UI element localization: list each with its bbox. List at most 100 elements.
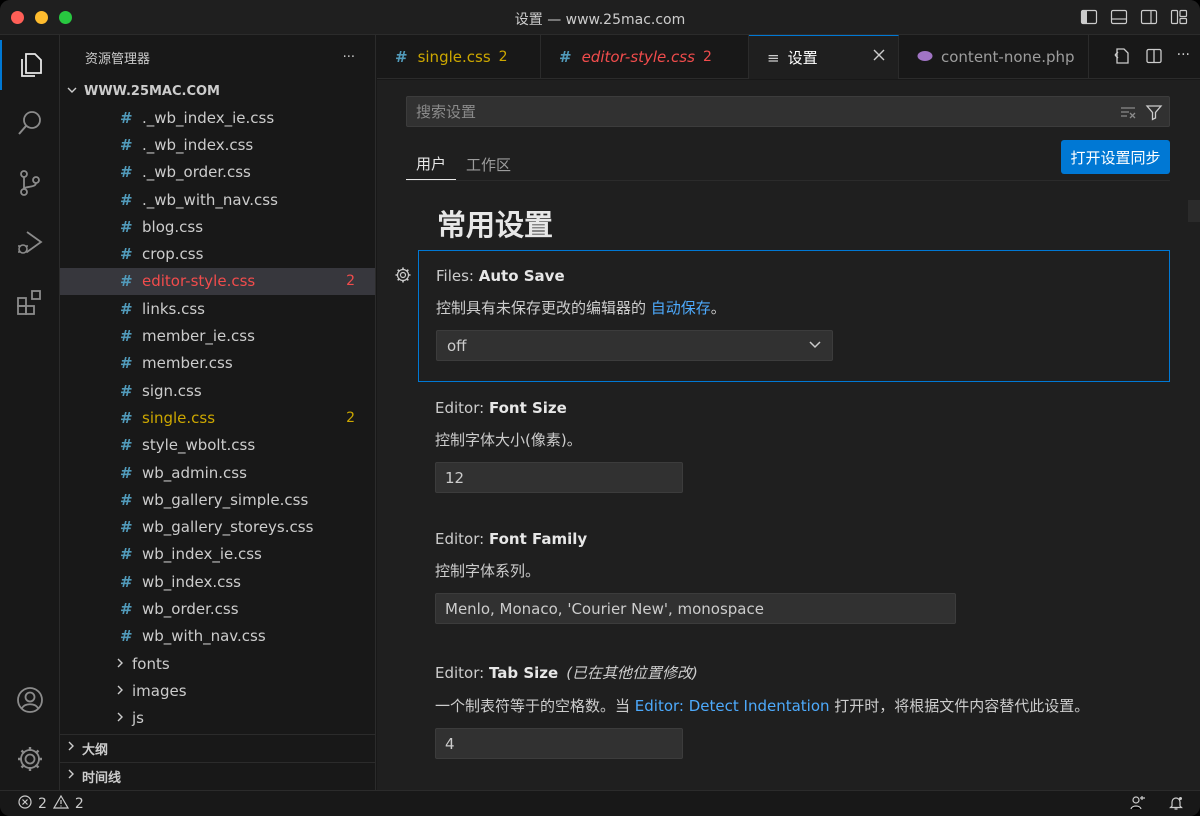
tab-content-none-php[interactable]: content-none.php	[899, 35, 1089, 79]
setting-name: Font Size	[488, 399, 567, 417]
detect-indentation-link[interactable]: Editor: Detect Indentation	[635, 697, 830, 715]
split-editor-icon[interactable]	[1145, 47, 1163, 69]
section-title: 常用设置	[437, 208, 554, 242]
chevron-right-icon	[115, 709, 125, 727]
file-item[interactable]: # member.css	[60, 350, 375, 377]
toggle-primary-sidebar-icon[interactable]	[1080, 8, 1098, 26]
file-name: wb_gallery_storeys.css	[142, 518, 314, 537]
outline-section[interactable]: 大纲	[60, 734, 376, 761]
setting-gear-icon[interactable]	[394, 266, 412, 288]
workspace-folder[interactable]: WWW.25MAC.COM	[60, 79, 375, 104]
file-item[interactable]: # member_ie.css	[60, 322, 375, 349]
file-item[interactable]: # wb_index_ie.css	[60, 541, 375, 568]
folder-name: images	[132, 681, 187, 700]
file-item[interactable]: # crop.css	[60, 240, 375, 267]
close-tab-icon[interactable]	[872, 48, 886, 66]
source-control-icon[interactable]	[0, 158, 60, 208]
setting-name: Font Family	[488, 530, 588, 548]
setting-category: Editor:	[435, 664, 489, 682]
setting-title: Files: Auto Save	[436, 267, 1169, 285]
file-item[interactable]: # links.css	[60, 295, 375, 322]
open-settings-sync-button[interactable]: 打开设置同步	[1061, 140, 1170, 174]
timeline-section[interactable]: 时间线	[60, 762, 376, 789]
file-item[interactable]: # ._wb_index.css	[60, 131, 375, 158]
open-settings-json-icon[interactable]	[1113, 47, 1131, 69]
css-file-icon: #	[120, 190, 133, 209]
file-name: crop.css	[142, 245, 204, 264]
toggle-panel-icon[interactable]	[1110, 8, 1128, 26]
setting-category: Editor:	[435, 399, 489, 417]
css-file-icon: #	[120, 245, 133, 264]
title-bar: 设置 — www.25mac.com	[0, 0, 1200, 35]
status-bar: 2 2	[0, 790, 1200, 816]
file-name: wb_order.css	[142, 599, 239, 618]
search-icon[interactable]	[0, 98, 60, 148]
file-name: ._wb_order.css	[142, 163, 251, 182]
notifications-bell-icon[interactable]	[1168, 795, 1184, 815]
file-item[interactable]: # ._wb_index_ie.css	[60, 104, 375, 131]
file-item[interactable]: # style_wbolt.css	[60, 432, 375, 459]
workspace-folder-label: WWW.25MAC.COM	[84, 84, 220, 99]
file-item[interactable]: # wb_with_nav.css	[60, 623, 375, 650]
file-item[interactable]: # ._wb_order.css	[60, 159, 375, 186]
tab-settings[interactable]: ≡ 设置	[749, 35, 899, 79]
font-family-input[interactable]: Menlo, Monaco, 'Courier New', monospace	[435, 593, 956, 624]
activity-bar	[0, 35, 60, 790]
manage-gear-icon[interactable]	[0, 734, 60, 784]
file-item[interactable]: # single.css 2	[60, 404, 375, 431]
scrollbar-slider[interactable]	[1188, 200, 1200, 222]
tab-label: single.css	[417, 48, 491, 66]
explorer-icon[interactable]	[0, 40, 60, 90]
tab-actions: ···	[1113, 47, 1190, 69]
filter-icon[interactable]	[1145, 103, 1163, 125]
more-actions-icon[interactable]: ···	[343, 50, 355, 65]
auto-save-link[interactable]: 自动保存	[651, 299, 711, 317]
file-item[interactable]: # wb_index.css	[60, 568, 375, 595]
file-item[interactable]: # sign.css	[60, 377, 375, 404]
setting-files-auto-save[interactable]: Files: Auto Save 控制具有未保存更改的编辑器的 自动保存。 of…	[418, 250, 1170, 382]
setting-title: Editor: Font Size	[435, 399, 1170, 417]
setting-category: Editor:	[435, 530, 489, 548]
problems-indicator[interactable]: 2 2	[18, 794, 84, 813]
setting-name: Tab Size	[488, 664, 559, 682]
file-item[interactable]: # wb_admin.css	[60, 459, 375, 486]
folder-item[interactable]: js	[60, 705, 375, 732]
folder-item[interactable]: fonts	[60, 650, 375, 677]
tab-single-css[interactable]: # single.css 2	[377, 35, 541, 79]
settings-search-input[interactable]	[407, 97, 1107, 126]
settings-search-box[interactable]	[406, 96, 1170, 127]
chevron-down-icon	[808, 337, 822, 355]
tab-workspace[interactable]: 工作区	[456, 148, 521, 180]
account-icon[interactable]	[0, 675, 60, 725]
file-name: wb_index.css	[142, 572, 241, 591]
chevron-right-icon	[66, 740, 76, 756]
tab-badge: 2	[498, 49, 508, 65]
css-file-icon: #	[120, 108, 133, 127]
warning-count: 2	[74, 796, 84, 812]
file-item[interactable]: # wb_gallery_storeys.css	[60, 513, 375, 540]
file-item[interactable]: # blog.css	[60, 213, 375, 240]
setting-description: 控制具有未保存更改的编辑器的 自动保存。	[436, 297, 1169, 318]
more-actions-icon[interactable]: ···	[1177, 47, 1190, 69]
tab-editor-style-css[interactable]: # editor-style.css 2	[541, 35, 749, 79]
font-size-input[interactable]: 12	[435, 462, 683, 493]
run-debug-icon[interactable]	[0, 217, 60, 267]
setting-desc-text: 一个制表符等于的空格数。当	[435, 697, 635, 715]
feedback-icon[interactable]	[1130, 795, 1146, 815]
clear-filter-icon[interactable]	[1119, 103, 1137, 125]
auto-save-select[interactable]: off	[436, 330, 833, 361]
extensions-icon[interactable]	[0, 277, 60, 327]
modified-elsewhere-indicator[interactable]: (已在其他位置修改)	[566, 664, 698, 682]
tab-user[interactable]: 用户	[406, 148, 457, 180]
setting-description: 控制字体大小(像素)。	[435, 431, 582, 449]
file-item[interactable]: # ._wb_with_nav.css	[60, 186, 375, 213]
file-item[interactable]: # wb_order.css	[60, 595, 375, 622]
customize-layout-icon[interactable]	[1170, 8, 1188, 26]
tab-size-input[interactable]: 4	[435, 728, 683, 759]
file-name: ._wb_index.css	[142, 135, 254, 154]
folder-item[interactable]: images	[60, 677, 375, 704]
file-item[interactable]: # wb_gallery_simple.css	[60, 486, 375, 513]
explorer-sidebar: 资源管理器 ··· WWW.25MAC.COM # ._wb_index_ie.c…	[60, 35, 376, 790]
file-item[interactable]: # editor-style.css 2	[60, 267, 375, 296]
toggle-secondary-sidebar-icon[interactable]	[1140, 8, 1158, 26]
